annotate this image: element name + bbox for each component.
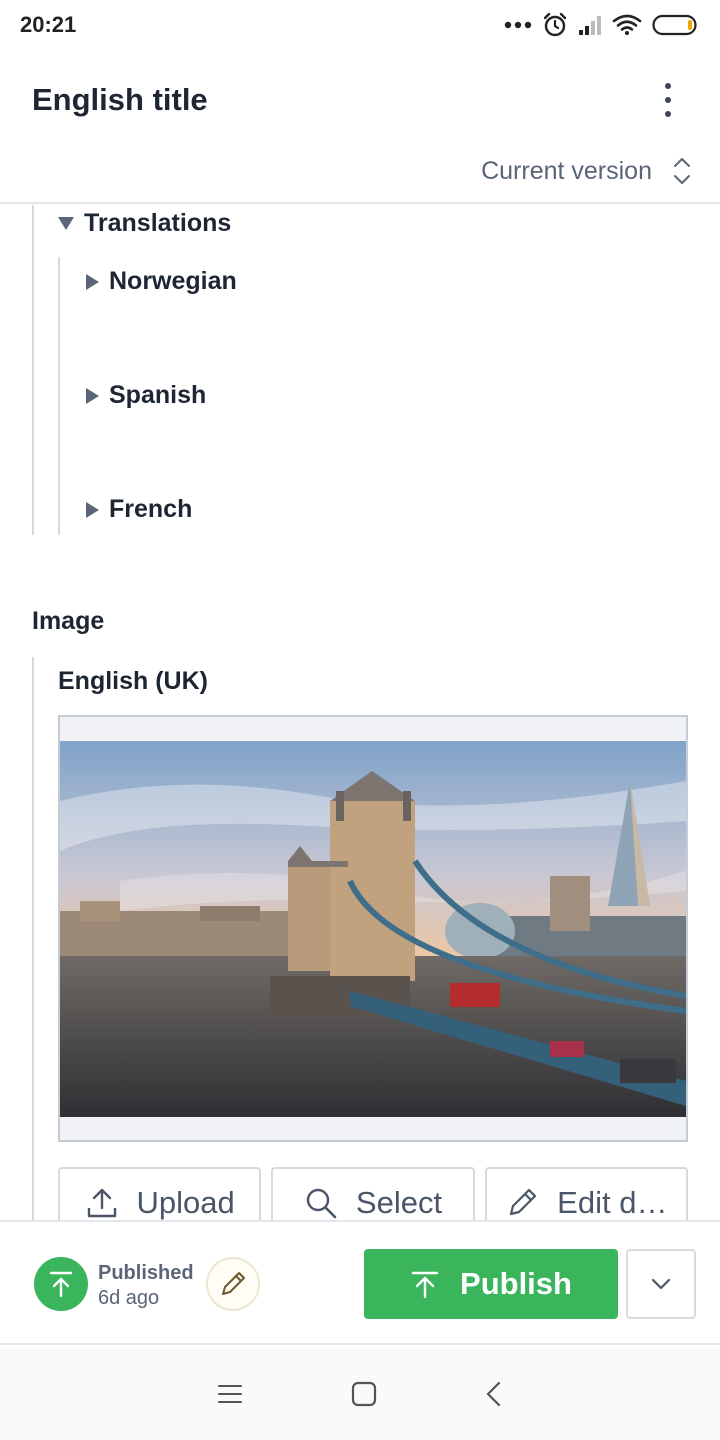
- publish-button[interactable]: Publish: [364, 1249, 618, 1319]
- translation-label: Spanish: [109, 381, 207, 409]
- select-button[interactable]: Select: [271, 1167, 475, 1220]
- status-icons: [504, 12, 700, 38]
- signal-icon: [579, 16, 601, 35]
- chevron-down-icon: [651, 1278, 671, 1290]
- edit-details-button[interactable]: Edit d…: [484, 1167, 688, 1220]
- caret-right-icon: [86, 387, 99, 404]
- edit-details-label: Edit d…: [557, 1185, 668, 1220]
- caret-down-icon: [58, 217, 74, 230]
- battery-icon: [652, 14, 697, 36]
- upload-button[interactable]: Upload: [58, 1167, 262, 1220]
- more-notifications-icon: [504, 21, 532, 29]
- image-language-label: English (UK): [58, 667, 208, 695]
- published-status-icon: [34, 1257, 88, 1311]
- image-section-label: Image: [32, 607, 105, 635]
- upload-label: Upload: [136, 1185, 235, 1220]
- translation-item-spanish[interactable]: Spanish: [86, 381, 206, 410]
- translations-toggle[interactable]: Translations: [58, 209, 231, 238]
- publish-status-label: Published: [98, 1262, 194, 1284]
- publish-status: Published 6d ago: [98, 1262, 194, 1310]
- image-actions: Upload Select Edit d…: [58, 1167, 688, 1220]
- version-selector[interactable]: Current version: [481, 157, 652, 186]
- publish-status-time: 6d ago: [98, 1287, 160, 1309]
- app-header: English title: [0, 60, 720, 140]
- publish-arrow-icon: [49, 1271, 73, 1298]
- pencil-icon: [222, 1272, 245, 1295]
- image-preview[interactable]: [58, 715, 688, 1142]
- more-options-icon[interactable]: [648, 70, 688, 130]
- translations-label: Translations: [84, 209, 232, 237]
- menu-icon[interactable]: [217, 1383, 243, 1405]
- publish-menu-button[interactable]: [626, 1249, 696, 1319]
- system-nav-bar: [0, 1347, 720, 1440]
- caret-right-icon: [86, 273, 99, 290]
- publish-label: Publish: [460, 1266, 572, 1301]
- search-icon: [306, 1188, 337, 1219]
- version-selector-row: Current version: [0, 140, 720, 204]
- caret-right-icon: [86, 501, 99, 518]
- editor-content[interactable]: Translations Norwegian Spanish French Im…: [0, 205, 720, 1220]
- tower-bridge-photo: [60, 741, 686, 1117]
- page-title: English title: [32, 82, 208, 117]
- translation-item-norwegian[interactable]: Norwegian: [86, 267, 237, 296]
- translation-label: French: [109, 495, 193, 523]
- tree-rail: [32, 205, 34, 535]
- image-rail: [32, 657, 34, 1220]
- status-bar: 20:21: [0, 0, 720, 50]
- translation-label: Norwegian: [109, 267, 237, 295]
- home-icon[interactable]: [351, 1381, 377, 1407]
- document-footer: Published 6d ago Publish: [0, 1220, 720, 1345]
- back-icon[interactable]: [485, 1381, 503, 1407]
- translation-item-french[interactable]: French: [86, 495, 192, 524]
- alarm-icon: [543, 12, 567, 37]
- select-label: Select: [355, 1185, 443, 1220]
- status-time: 20:21: [20, 12, 77, 37]
- publish-arrow-icon: [411, 1271, 439, 1299]
- tree-rail-nested: [58, 257, 60, 535]
- pencil-icon: [510, 1188, 537, 1216]
- edit-draft-button[interactable]: [206, 1257, 260, 1311]
- upload-icon: [87, 1188, 116, 1218]
- chevron-up-down-icon[interactable]: [672, 155, 692, 187]
- wifi-icon: [612, 14, 642, 35]
